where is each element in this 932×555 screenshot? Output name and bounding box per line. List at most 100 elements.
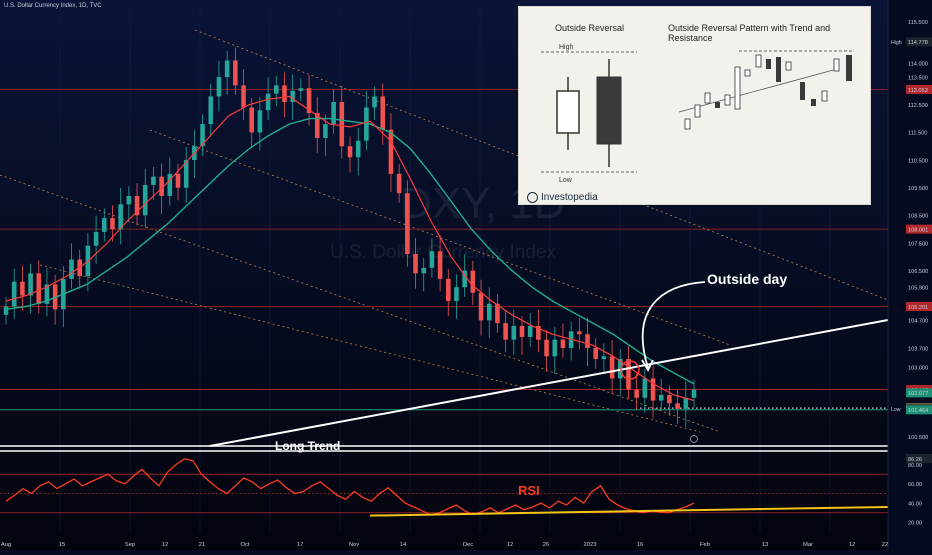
x-axis-label: 15 [59,542,65,548]
candle-body [175,173,181,188]
candle-body [454,287,459,302]
candle-body [626,359,631,390]
candle-body [609,356,615,379]
price-axis-label: 108.001 [908,227,928,233]
candle-body [675,403,680,409]
rsi-axis-label: 80.00 [908,463,922,469]
price-axis-label: 113.053 [908,88,928,94]
candle-body [339,101,345,147]
rsi-axis-label: 40.00 [908,501,922,507]
candle-body [224,60,230,78]
price-axis-label: 100.500 [908,435,928,441]
x-axis-label: 17 [297,542,303,548]
candle-body [273,85,279,94]
candle-body [405,193,410,255]
candle-body [527,325,533,337]
candle-body [421,267,427,274]
candle-body [380,96,386,130]
x-axis-label: Aug [1,542,11,548]
price-axis-label: 104.700 [908,319,928,325]
price-axis-label: 108.500 [908,214,928,220]
candle-body [642,378,648,398]
candle-body [486,303,492,321]
candle-body [372,96,377,108]
rsi-axis-label: 60.00 [908,482,922,488]
price-marker-low: Low [891,407,901,413]
candle-body [216,77,222,97]
price-axis-label: 106.500 [908,269,928,275]
candle-body [585,334,590,349]
candle-body [142,184,148,216]
rsi-axis-label: 20.00 [908,521,922,527]
candle-body [519,325,525,337]
candle-body [28,273,33,296]
price-axis-label: 101.464 [908,408,928,414]
candle-body [683,397,689,409]
watermark-name: U.S. Dollar Currency Index [330,242,556,263]
x-axis-label: Nov [349,542,359,548]
candle-body [544,339,549,357]
candle-body [413,254,418,274]
candle-body [167,173,173,196]
candle-body [593,348,599,360]
x-axis-label: 26 [543,542,549,548]
candle-body [36,273,42,304]
rsi-label: RSI [518,483,540,498]
candle-body [429,251,435,268]
candle-body [241,85,246,108]
x-axis-label: Feb [700,542,710,548]
candle-body [11,281,17,307]
candle-body [20,281,25,296]
x-axis-label: Dec [463,542,473,548]
price-axis-label: 112.500 [908,103,928,109]
x-axis-label: Sep [125,542,135,548]
candle-body [69,259,74,279]
candle-body [110,218,115,230]
price-axis-label: 114.000 [908,62,928,68]
price-axis-label: 102.077 [908,391,928,397]
price-axis-label: 107.500 [908,241,928,247]
candle-body [93,231,99,246]
price-axis-label: 105.201 [908,305,928,311]
candle-body [511,325,517,340]
candle-body [331,101,336,125]
candle-body [126,195,132,205]
candle-body [503,323,508,340]
price-axis-label: 113.500 [908,75,928,81]
candle-body [282,85,287,102]
x-axis-label: 12 [162,542,168,548]
x-axis-label: Mar [803,542,813,548]
candle-body [577,331,582,335]
candle-body [151,176,156,185]
x-axis-label: 22 [882,542,888,548]
candle-body [118,204,123,230]
candle-body [323,124,328,138]
candle-body [650,378,656,401]
candle-body [437,251,443,279]
price-axis-label: 114.778 [908,40,928,46]
price-axis-label: 103.700 [908,346,928,352]
candle-body [355,140,361,158]
price-axis-label: 103.000 [908,366,928,372]
candle-body [298,88,304,91]
candle-body [445,278,451,302]
candle-body [388,129,394,174]
price-axis-label: 115.500 [908,20,928,26]
candle-body [667,395,672,404]
candle-body [233,60,238,86]
price-axis-label: 105.900 [908,285,928,291]
price-axis-label: 109.500 [908,186,928,192]
price-marker-high: High [891,40,902,46]
x-axis-label: 12 [849,542,855,548]
candle-body [634,389,639,398]
long-trend-label: Long Trend [275,439,340,453]
candle-body [3,306,9,315]
candle-body [347,146,353,158]
x-axis-label: 16 [637,542,643,548]
candle-body [257,110,263,133]
candle-body [601,356,607,360]
price-axis-label: 110.500 [908,158,928,164]
candle-body [560,339,566,349]
candle-body [249,107,255,133]
x-axis-label: 14 [400,542,407,548]
